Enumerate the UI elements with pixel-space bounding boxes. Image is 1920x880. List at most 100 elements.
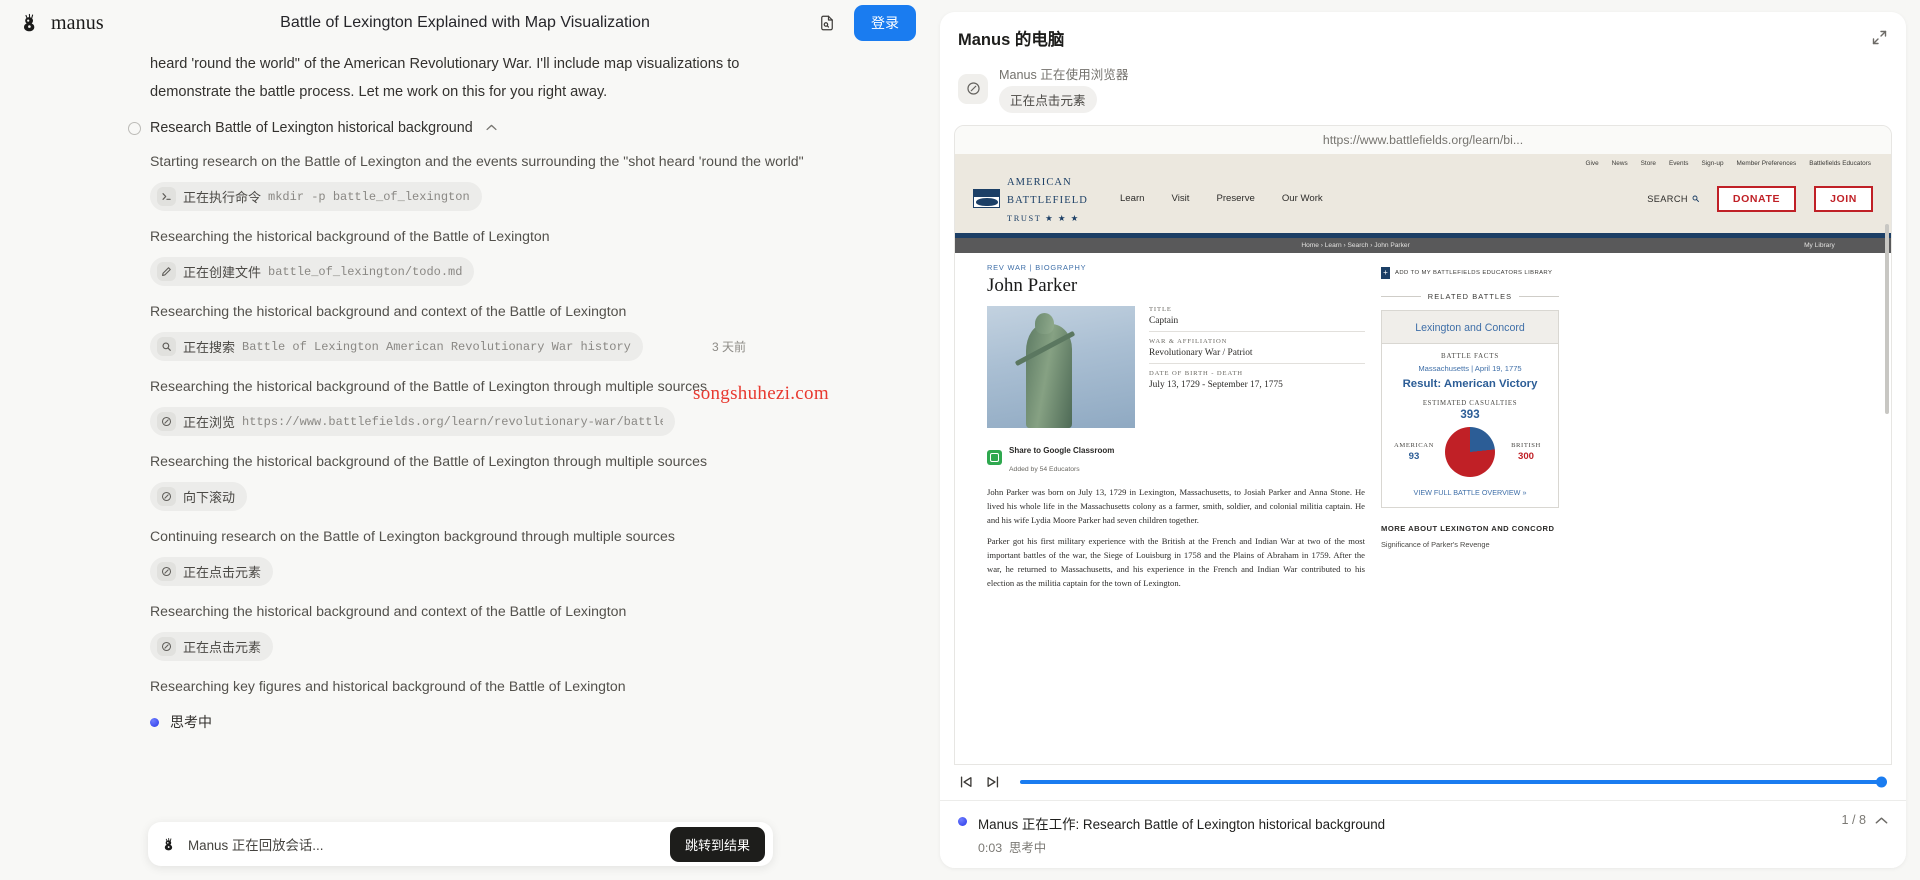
donate-button[interactable]: DONATE [1716,185,1797,212]
action-chip-click-element[interactable]: 正在点击元素 [150,557,274,586]
nav-item-preserve[interactable]: Preserve [1216,193,1254,204]
entry-text: Researching the historical background of… [150,378,708,394]
utility-nav-item[interactable]: Give [1586,160,1599,167]
related-battle-title: Lexington and Concord [1415,321,1525,334]
fact-key: TITLE [1149,305,1172,313]
action-chip-search[interactable]: 正在搜索 Battle of Lexington American Revolu… [150,332,643,361]
action-chip-click-element[interactable]: 正在点击元素 [150,632,274,661]
related-battles-title: RELATED BATTLES [1427,291,1513,301]
site-header-actions: SEARCH DONATE JOIN [1647,185,1873,212]
search-label: SEARCH [1647,193,1688,204]
page-scrollbar[interactable] [1885,224,1889,414]
slider-knob[interactable] [1876,776,1887,788]
casualties-british: BRITISH 300 [1504,442,1548,462]
site-main-bar: AMERICAN BATTLEFIELD TRUST ★ ★ ★ Learn V… [969,169,1877,233]
more-about-link[interactable]: Significance of Parker's Revenge [1381,540,1559,549]
breadcrumb-trail[interactable]: Home › Learn › Search › John Parker [1301,242,1409,249]
utility-nav-item[interactable]: Sign-up [1701,160,1723,167]
computer-activity: Manus 正在使用浏览器 正在点击元素 [940,56,1906,123]
casualties-breakdown: AMERICAN 93 BRITISH 300 [1388,426,1552,477]
footer-texts: Manus 正在工作: Research Battle of Lexington… [978,813,1385,856]
entry-text: Starting research on the Battle of Lexin… [150,153,804,169]
nav-item-visit[interactable]: Visit [1171,193,1189,204]
status-dot-icon [958,817,967,826]
action-chip-run-command[interactable]: 正在执行命令 mkdir -p battle_of_lexington [150,182,482,211]
thinking-label: 思考中 [170,714,212,730]
activity-texts: Manus 正在使用浏览器 正在点击元素 [999,64,1128,113]
skip-start-icon[interactable] [958,774,974,790]
step-title: Research Battle of Lexington historical … [150,120,473,136]
browser-icon [157,412,176,431]
replay-controls [940,765,1906,800]
footer-elapsed: 0:03 [978,841,1003,855]
topbar-actions: 登录 [812,5,916,41]
replay-progress-slider[interactable] [1020,776,1887,788]
action-row: 正在点击元素 [150,557,906,586]
related-battle-card-header[interactable]: Lexington and Concord [1382,310,1558,344]
action-chip-scroll-down[interactable]: 向下滚动 [150,482,248,511]
site-search[interactable]: SEARCH [1647,194,1699,204]
step-forward-icon[interactable] [985,774,1001,790]
intro-paragraph: heard 'round the world" of the American … [150,56,740,100]
browser-icon [157,487,176,506]
conversation-panel: manus Battle of Lexington Explained with… [0,0,930,880]
eagle-flag-icon [973,189,1000,209]
file-search-icon[interactable] [812,8,842,38]
view-full-battle-link[interactable]: VIEW FULL BATTLE OVERVIEW » [1388,488,1552,497]
utility-nav-item[interactable]: Events [1669,160,1689,167]
task-step-header[interactable]: Research Battle of Lexington historical … [128,120,906,136]
british-value: 300 [1517,450,1534,462]
computer-title: Manus 的电脑 [958,31,1065,49]
action-row: 正在点击元素 [150,632,906,661]
computer-header: Manus 的电脑 [940,12,1906,56]
article-paragraph: Parker got his first military experience… [987,536,1365,589]
add-to-library-label: ADD TO MY BATTLEFIELDS EDUCATORS LIBRARY [1395,269,1553,276]
collapse-icon[interactable] [1868,26,1890,48]
sidebar-column: ADD TO MY BATTLEFIELDS EDUCATORS LIBRARY… [1381,263,1559,599]
timestamp: 3 天前 [711,340,746,354]
nav-item-learn[interactable]: Learn [1120,193,1145,204]
classroom-sub: Added by 54 Educators [1009,465,1080,473]
chip-label: 正在点击元素 [183,640,262,655]
site-body: REV WAR | BIOGRAPHY John Parker TITLE Ca… [955,253,1891,599]
site-utility-nav: Give News Store Events Sign-up Member Pr… [969,157,1877,169]
fact-item: WAR & AFFILIATION Revolutionary War / Pa… [1149,338,1365,364]
american-value: 93 [1408,450,1420,462]
utility-nav-item[interactable]: Member Preferences [1737,160,1797,167]
activity-line: Manus 正在使用浏览器 [999,68,1129,82]
task-footer: Manus 正在工作: Research Battle of Lexington… [940,800,1906,868]
browser-icon [157,637,176,656]
browser-icon [958,73,988,104]
action-chip-browse[interactable]: 正在浏览 https://www.battlefields.org/learn/… [150,407,675,436]
add-to-library[interactable]: ADD TO MY BATTLEFIELDS EDUCATORS LIBRARY [1381,266,1559,279]
action-chip-create-file[interactable]: 正在创建文件 battle_of_lexington/todo.md [150,257,475,286]
chevron-up-icon[interactable] [486,122,497,134]
brand-logo[interactable]: manus [20,11,104,35]
login-button[interactable]: 登录 [854,5,916,41]
action-row: 正在执行命令 mkdir -p battle_of_lexington [150,182,906,211]
logo-line-2: BATTLEFIELD [1007,194,1088,206]
join-button[interactable]: JOIN [1814,185,1873,212]
utility-nav-item[interactable]: News [1612,160,1628,167]
site-logo[interactable]: AMERICAN BATTLEFIELD TRUST ★ ★ ★ [973,172,1088,226]
manus-logo-icon [24,13,35,32]
terminal-icon [157,187,176,206]
my-library-link[interactable]: My Library [1804,242,1835,249]
utility-nav-item[interactable]: Store [1641,160,1656,167]
fact-key: WAR & AFFILIATION [1149,337,1228,345]
footer-right: 1 / 8 [1841,813,1888,827]
fact-value: Captain [1149,315,1179,326]
step-counter: 1 / 8 [1841,813,1866,827]
browser-url-bar[interactable]: https://www.battlefields.org/learn/bi... [955,126,1891,154]
site-main-nav: Learn Visit Preserve Our Work [1120,193,1323,204]
utility-nav-item[interactable]: Battlefields Educators [1809,160,1871,167]
skip-to-result-button[interactable]: 跳转到结果 [669,826,765,862]
entry-text: Continuing research on the Battle of Lex… [150,528,675,544]
fact-value: Revolutionary War / Patriot [1149,347,1253,358]
chip-label: 正在搜索 [183,340,236,355]
chevron-up-icon[interactable] [1875,816,1888,825]
browser-viewport: https://www.battlefields.org/learn/bi...… [954,125,1892,765]
nav-item-our-work[interactable]: Our Work [1282,193,1323,204]
google-classroom-share[interactable]: Share to Google Classroom Added by 54 Ed… [987,440,1365,476]
article-kicker: REV WAR | BIOGRAPHY [987,262,1087,272]
